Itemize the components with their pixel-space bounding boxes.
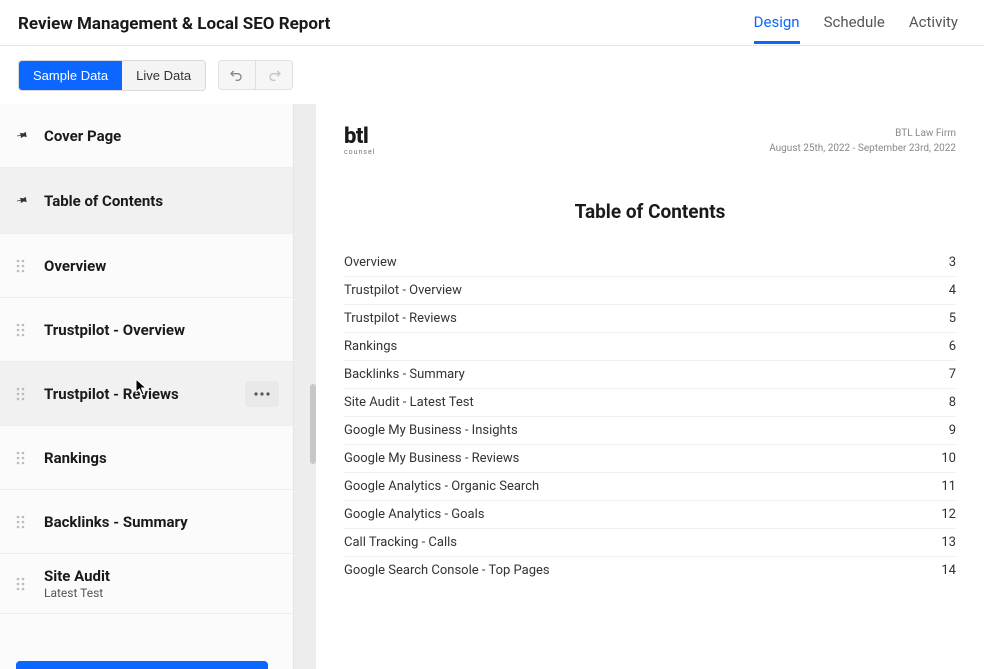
sidebar-item-label: Trustpilot - Reviews xyxy=(44,385,179,403)
preview-header: btl counsel BTL Law Firm August 25th, 20… xyxy=(344,126,956,156)
toc-entry-title: Google My Business - Insights xyxy=(344,423,518,438)
scroll-thumb[interactable] xyxy=(310,384,316,464)
toc-entry-title: Call Tracking - Calls xyxy=(344,535,457,550)
sidebar-item-trustpilot-overview[interactable]: Trustpilot - Overview xyxy=(0,298,293,362)
report-preview: btl counsel BTL Law Firm August 25th, 20… xyxy=(316,104,984,669)
more-dots-icon xyxy=(254,392,270,396)
undo-button[interactable] xyxy=(219,61,255,89)
sidebar-item-label: Rankings xyxy=(44,449,107,467)
drag-handle-icon[interactable] xyxy=(16,515,44,529)
toc-entry-page: 7 xyxy=(949,367,956,382)
toc-entry-page: 13 xyxy=(941,535,956,550)
sidebar-item-label: Site Audit xyxy=(44,567,110,585)
drag-handle-icon[interactable] xyxy=(16,577,44,591)
toc-entry-page: 4 xyxy=(949,283,956,298)
sidebar-item-label: Overview xyxy=(44,257,106,275)
company-logo: btl counsel xyxy=(344,126,375,156)
toc-entry[interactable]: Google Analytics - Goals 12 xyxy=(344,501,956,529)
sample-data-button[interactable]: Sample Data xyxy=(19,61,122,90)
tab-schedule[interactable]: Schedule xyxy=(824,13,885,44)
sidebar-item-trustpilot-reviews[interactable]: Trustpilot - Reviews xyxy=(0,362,293,426)
undo-icon xyxy=(229,67,245,83)
toc-entry-page: 8 xyxy=(949,395,956,410)
toc-entry-page: 10 xyxy=(941,451,956,466)
sidebar-item-label: Cover Page xyxy=(44,127,121,145)
company-name: BTL Law Firm xyxy=(769,126,956,141)
add-section-button[interactable] xyxy=(16,661,268,669)
toc-entry-page: 12 xyxy=(941,507,956,522)
sidebar-item-sublabel: Latest Test xyxy=(44,586,110,600)
logo-subtext: counsel xyxy=(344,149,375,156)
toc-entry-page: 9 xyxy=(949,423,956,438)
toc-entry[interactable]: Google Analytics - Organic Search 11 xyxy=(344,473,956,501)
toc-entry[interactable]: Trustpilot - Reviews 5 xyxy=(344,305,956,333)
logo-text: btl xyxy=(344,126,375,148)
header-tabs: Design Schedule Activity xyxy=(754,13,966,34)
sidebar-item-rankings[interactable]: Rankings xyxy=(0,426,293,490)
main-area: Cover Page Table of Contents Overview xyxy=(0,104,984,669)
tab-activity[interactable]: Activity xyxy=(909,13,958,44)
toc-entry-page: 14 xyxy=(941,563,956,578)
sidebar-item-table-of-contents[interactable]: Table of Contents xyxy=(0,168,293,234)
drag-handle-icon[interactable] xyxy=(16,451,44,465)
toc-entry[interactable]: Overview 3 xyxy=(344,249,956,277)
page-title: Review Management & Local SEO Report xyxy=(18,14,330,34)
toc-entry[interactable]: Google My Business - Insights 9 xyxy=(344,417,956,445)
toc-entry-title: Google My Business - Reviews xyxy=(344,451,519,466)
toc-entry-title: Google Analytics - Goals xyxy=(344,507,485,522)
toc-entry-page: 5 xyxy=(949,311,956,326)
drag-handle-icon[interactable] xyxy=(16,323,44,337)
toc-entry-title: Google Analytics - Organic Search xyxy=(344,479,539,494)
pin-icon xyxy=(16,129,44,142)
sidebar-item-site-audit[interactable]: Site Audit Latest Test xyxy=(0,554,293,614)
toc-entry-title: Site Audit - Latest Test xyxy=(344,395,474,410)
sidebar-item-cover-page[interactable]: Cover Page xyxy=(0,104,293,168)
app-header: Review Management & Local SEO Report Des… xyxy=(0,0,984,46)
toc-entry[interactable]: Google Search Console - Top Pages 14 xyxy=(344,557,956,584)
toc-entry[interactable]: Backlinks - Summary 7 xyxy=(344,361,956,389)
sidebar-item-label: Trustpilot - Overview xyxy=(44,321,185,339)
item-more-button[interactable] xyxy=(245,381,279,407)
toc-heading: Table of Contents xyxy=(344,200,956,223)
redo-button[interactable] xyxy=(255,61,292,89)
toc-entry-page: 11 xyxy=(941,479,956,494)
toc-entry-title: Overview xyxy=(344,255,397,270)
sidebar: Cover Page Table of Contents Overview xyxy=(0,104,294,669)
toolbar: Sample Data Live Data xyxy=(0,46,984,104)
date-range: August 25th, 2022 - September 23rd, 2022 xyxy=(769,141,956,156)
preview-metadata: BTL Law Firm August 25th, 2022 - Septemb… xyxy=(769,126,956,156)
toc-entry[interactable]: Site Audit - Latest Test 8 xyxy=(344,389,956,417)
toc-entry-title: Trustpilot - Reviews xyxy=(344,311,457,326)
toc-entry[interactable]: Trustpilot - Overview 4 xyxy=(344,277,956,305)
sidebar-item-label: Table of Contents xyxy=(44,192,163,210)
toc-entry-page: 6 xyxy=(949,339,956,354)
panel-divider xyxy=(294,104,316,669)
toc-entry-title: Google Search Console - Top Pages xyxy=(344,563,550,578)
tab-design[interactable]: Design xyxy=(754,13,800,44)
toc-entry-page: 3 xyxy=(949,255,956,270)
toc-entry[interactable]: Google My Business - Reviews 10 xyxy=(344,445,956,473)
drag-handle-icon[interactable] xyxy=(16,259,44,273)
toc-entry[interactable]: Rankings 6 xyxy=(344,333,956,361)
toc-entry-title: Trustpilot - Overview xyxy=(344,283,462,298)
toc-list: Overview 3 Trustpilot - Overview 4 Trustpi… xyxy=(344,249,956,584)
toc-entry[interactable]: Call Tracking - Calls 13 xyxy=(344,529,956,557)
drag-handle-icon[interactable] xyxy=(16,387,44,401)
toc-entry-title: Rankings xyxy=(344,339,397,354)
redo-icon xyxy=(266,67,282,83)
live-data-button[interactable]: Live Data xyxy=(122,61,205,90)
sidebar-item-backlinks-summary[interactable]: Backlinks - Summary xyxy=(0,490,293,554)
data-toggle: Sample Data Live Data xyxy=(18,60,206,91)
history-controls xyxy=(218,60,293,90)
toc-entry-title: Backlinks - Summary xyxy=(344,367,465,382)
pin-icon xyxy=(16,194,44,207)
sidebar-item-overview[interactable]: Overview xyxy=(0,234,293,298)
sidebar-item-label: Backlinks - Summary xyxy=(44,513,188,531)
